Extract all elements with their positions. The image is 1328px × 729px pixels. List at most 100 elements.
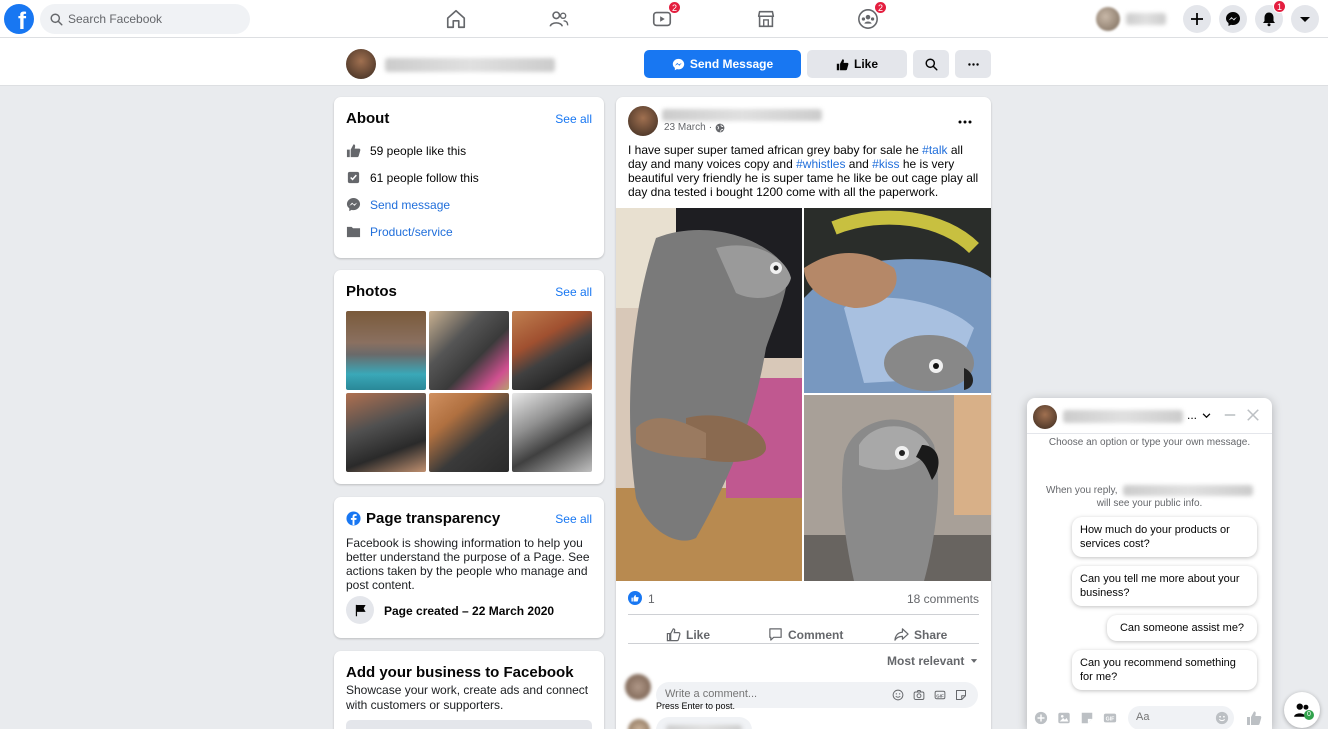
svg-text:GIF: GIF — [1106, 717, 1116, 723]
more-horizontal-icon — [967, 62, 979, 66]
comment-bubble — [656, 717, 752, 729]
post-options-icon[interactable] — [957, 114, 973, 130]
page-search-button[interactable] — [913, 50, 949, 78]
post-meta: 23 March · — [664, 122, 725, 133]
quick-reply-option[interactable]: Can someone assist me? — [1107, 615, 1257, 641]
sticker-icon[interactable] — [1080, 711, 1094, 725]
send-message-link[interactable]: Send message — [370, 198, 450, 212]
photo-thumbnail[interactable] — [346, 393, 426, 472]
account-menu-button[interactable] — [1291, 5, 1319, 33]
chevron-down-icon[interactable] — [1201, 410, 1212, 421]
photo-thumbnail[interactable] — [429, 311, 509, 390]
quick-reply-option[interactable]: Can you recommend something for me? — [1072, 650, 1257, 690]
gif-icon[interactable]: GIF — [1103, 711, 1117, 725]
post-card: 23 March · I have super super tamed afri… — [616, 97, 991, 729]
transparency-description: Facebook is showing information to help … — [346, 536, 590, 592]
globe-icon — [715, 123, 725, 132]
marketplace-icon[interactable] — [753, 6, 779, 32]
caret-down-icon — [1300, 17, 1310, 22]
post-photo[interactable] — [616, 208, 802, 581]
profile-name-redacted — [1126, 13, 1166, 25]
photo-thumbnail[interactable] — [512, 311, 592, 390]
share-button[interactable]: Share — [894, 627, 947, 642]
photo-thumbnail[interactable] — [346, 311, 426, 390]
page-avatar[interactable] — [346, 49, 376, 79]
photo-thumbnail[interactable] — [429, 393, 509, 472]
chat-page-avatar — [1033, 405, 1057, 429]
friends-icon[interactable] — [546, 6, 572, 32]
photo-thumbnail[interactable] — [512, 393, 592, 472]
profile-shortcut[interactable] — [1096, 5, 1176, 33]
about-see-all-link[interactable]: See all — [555, 112, 592, 126]
divider — [1027, 433, 1272, 434]
chat-message-box[interactable] — [1128, 706, 1234, 729]
more-options-button[interactable] — [955, 50, 991, 78]
thumbs-up-icon[interactable] — [1246, 710, 1262, 726]
search-box[interactable] — [40, 4, 250, 34]
plus-circle-icon[interactable] — [1034, 711, 1048, 725]
comments-count[interactable]: 18 comments — [907, 592, 979, 606]
facebook-logo-icon — [346, 511, 361, 526]
post-photo[interactable] — [804, 395, 991, 581]
about-title: About — [346, 110, 390, 127]
page-transparency-title: Page transparency — [366, 510, 501, 527]
notifications-button[interactable]: 1 — [1255, 0, 1286, 33]
new-message-button[interactable]: 0 — [1284, 692, 1320, 728]
add-business-button[interactable] — [346, 720, 592, 729]
send-message-button[interactable]: Send Message — [644, 50, 801, 78]
minimize-icon[interactable] — [1223, 408, 1237, 422]
comment-input[interactable] — [665, 688, 885, 700]
facebook-logo[interactable]: f — [4, 4, 34, 34]
messenger-button[interactable] — [1219, 5, 1247, 33]
like-button[interactable]: Like — [666, 627, 710, 642]
quick-reply-option[interactable]: How much do your products or services co… — [1072, 517, 1257, 557]
post-text-part: and — [845, 157, 873, 171]
follows-count-text: 61 people follow this — [370, 170, 479, 185]
hashtag-talk[interactable]: #talk — [922, 143, 947, 157]
watch-badge: 2 — [668, 1, 681, 14]
post-author-avatar[interactable] — [628, 106, 658, 136]
post-text: I have super super tamed african grey ba… — [628, 143, 983, 199]
quick-reply-option[interactable]: Can you tell me more about your business… — [1072, 566, 1257, 606]
category-link[interactable]: Product/service — [370, 225, 453, 239]
comment-avatar — [628, 719, 650, 729]
post-photo[interactable] — [804, 208, 991, 393]
photos-see-all-link[interactable]: See all — [555, 285, 592, 299]
dot-separator: · — [708, 122, 713, 133]
post-date[interactable]: 23 March — [664, 122, 706, 133]
photo-grid — [346, 311, 592, 472]
watch-icon[interactable]: 2 — [649, 1, 681, 32]
messenger-icon — [346, 197, 361, 212]
chat-reply-notice-after: will see your public info. — [1096, 498, 1203, 509]
follows-row: 61 people follow this — [346, 170, 479, 185]
transparency-see-all-link[interactable]: See all — [555, 512, 592, 526]
create-button[interactable] — [1183, 5, 1211, 33]
chat-message-input[interactable] — [1136, 711, 1206, 723]
hashtag-whistles[interactable]: #whistles — [796, 157, 845, 171]
sticker-icon[interactable] — [955, 689, 967, 701]
hashtag-kiss[interactable]: #kiss — [872, 157, 899, 171]
search-input[interactable] — [68, 12, 238, 26]
camera-icon[interactable] — [913, 689, 925, 701]
add-business-title: Add your business to Facebook — [346, 664, 574, 681]
like-page-label: Like — [853, 57, 878, 71]
close-icon[interactable] — [1246, 408, 1260, 422]
reaction-count[interactable]: 1 — [648, 592, 655, 606]
like-page-button[interactable]: Like — [807, 50, 907, 78]
caret-down-icon — [971, 659, 978, 663]
emoji-icon[interactable] — [1215, 711, 1229, 725]
image-icon[interactable] — [1057, 711, 1071, 725]
send-message-row[interactable]: Send message — [346, 197, 450, 212]
category-row[interactable]: Product/service — [346, 224, 453, 239]
commenter-avatar — [625, 674, 651, 700]
gif-icon[interactable]: GIF — [934, 689, 946, 701]
chat-name-ellipsis: ... — [1187, 408, 1198, 422]
home-icon[interactable] — [443, 6, 469, 32]
parrot-photo-large — [616, 208, 802, 581]
emoji-icon[interactable] — [892, 689, 904, 701]
groups-icon[interactable]: 2 — [855, 1, 887, 32]
chat-reply-notice-before: When you reply, — [1046, 485, 1118, 496]
comment-button[interactable]: Comment — [768, 627, 843, 642]
follow-icon — [347, 171, 360, 184]
comment-sort-dropdown[interactable]: Most relevant — [887, 654, 979, 668]
